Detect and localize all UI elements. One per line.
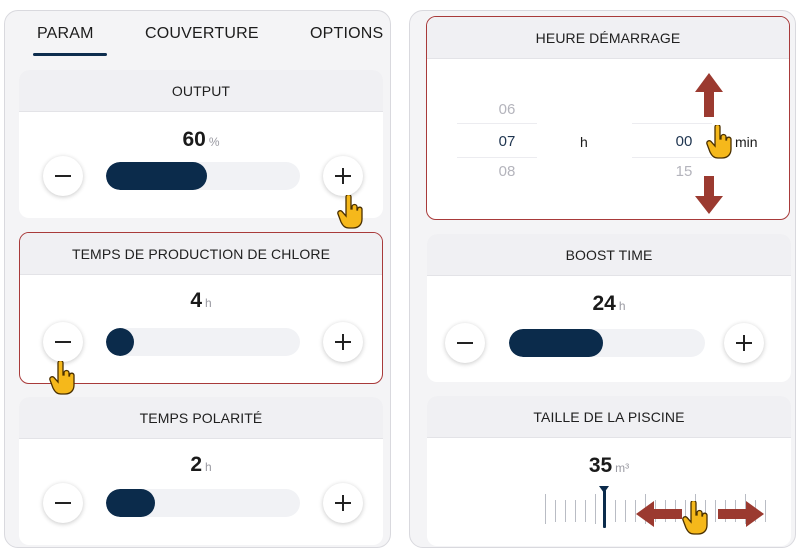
polarite-card: TEMPS POLARITÉ 2h bbox=[19, 397, 383, 545]
chlore-value: 4h bbox=[20, 289, 382, 313]
pointing-hand-icon bbox=[337, 195, 363, 229]
boost-title: BOOST TIME bbox=[427, 234, 791, 276]
chlore-slider-fill bbox=[106, 328, 134, 356]
piscine-value: 35 m³ bbox=[427, 454, 791, 478]
boost-increase-button[interactable] bbox=[724, 323, 764, 363]
hour-picker-line bbox=[457, 157, 537, 158]
arrow-left-icon bbox=[636, 501, 682, 527]
pointing-hand-icon bbox=[49, 361, 75, 395]
piscine-number: 35 bbox=[588, 454, 613, 477]
left-panel: PARAM COUVERTURE OPTIONS OUTPUT 60% TEMP… bbox=[4, 10, 391, 548]
ruler-tick bbox=[575, 500, 576, 522]
plus-icon bbox=[335, 334, 351, 350]
minute-picker-line bbox=[632, 123, 712, 124]
minus-icon bbox=[55, 502, 71, 504]
polarite-number: 2 bbox=[190, 453, 202, 476]
ruler-tick bbox=[545, 494, 546, 524]
plus-icon bbox=[335, 168, 351, 184]
piscine-title: TAILLE DE LA PISCINE bbox=[427, 396, 791, 438]
output-increase-button[interactable] bbox=[323, 156, 363, 196]
boost-unit: h bbox=[618, 299, 626, 313]
hour-picker-line bbox=[457, 123, 537, 124]
ruler-tick bbox=[595, 494, 596, 524]
right-panel: HEURE DÉMARRAGE 06 07 08 h 00 15 min BOO… bbox=[409, 10, 796, 548]
tab-options[interactable]: OPTIONS bbox=[310, 25, 383, 43]
chlore-decrease-button[interactable] bbox=[43, 322, 83, 362]
heure-title: HEURE DÉMARRAGE bbox=[427, 17, 789, 59]
arrow-up-icon bbox=[695, 73, 723, 117]
polarite-unit: h bbox=[205, 460, 212, 474]
output-title: OUTPUT bbox=[19, 70, 383, 112]
ruler-tick bbox=[615, 500, 616, 522]
output-number: 60 bbox=[182, 128, 206, 151]
heure-card: HEURE DÉMARRAGE 06 07 08 h 00 15 min bbox=[426, 16, 790, 220]
output-card: OUTPUT 60% bbox=[19, 70, 383, 218]
active-tab-indicator bbox=[33, 53, 107, 56]
tab-couverture[interactable]: COUVERTURE bbox=[145, 25, 259, 43]
minus-icon bbox=[55, 175, 71, 177]
pointing-hand-icon bbox=[706, 125, 732, 159]
ruler-tick bbox=[555, 500, 556, 522]
ruler-marker-head bbox=[599, 486, 609, 493]
plus-icon bbox=[335, 495, 351, 511]
boost-decrease-button[interactable] bbox=[445, 323, 485, 363]
piscine-card: TAILLE DE LA PISCINE 35 m³ bbox=[427, 396, 791, 546]
chlore-title: TEMPS DE PRODUCTION DE CHLORE bbox=[20, 233, 382, 275]
output-unit: % bbox=[208, 135, 220, 149]
ruler-tick bbox=[765, 500, 766, 522]
polarite-increase-button[interactable] bbox=[323, 483, 363, 523]
chlore-increase-button[interactable] bbox=[323, 322, 363, 362]
hour-option[interactable]: 08 bbox=[472, 163, 542, 180]
minute-unit-label: min bbox=[735, 134, 758, 150]
ruler-tick bbox=[625, 500, 626, 522]
polarite-title: TEMPS POLARITÉ bbox=[19, 397, 383, 439]
chlore-slider[interactable] bbox=[106, 328, 300, 356]
hour-option[interactable]: 06 bbox=[472, 101, 542, 118]
tab-param[interactable]: PARAM bbox=[37, 25, 94, 43]
ruler-tick bbox=[715, 500, 716, 522]
boost-value: 24 h bbox=[427, 292, 791, 316]
polarite-slider-fill bbox=[106, 489, 155, 517]
ruler-tick bbox=[565, 500, 566, 522]
output-decrease-button[interactable] bbox=[43, 156, 83, 196]
tab-bar: PARAM COUVERTURE OPTIONS bbox=[5, 11, 390, 63]
polarite-slider[interactable] bbox=[106, 489, 300, 517]
piscine-unit: m³ bbox=[615, 461, 630, 475]
output-slider-fill bbox=[106, 162, 207, 190]
chlore-unit: h bbox=[205, 296, 212, 310]
boost-card: BOOST TIME 24 h bbox=[427, 234, 791, 382]
chlore-number: 4 bbox=[190, 289, 202, 312]
output-value: 60% bbox=[19, 128, 383, 152]
output-slider[interactable] bbox=[106, 162, 300, 190]
hour-unit-label: h bbox=[580, 134, 588, 150]
ruler-tick bbox=[585, 500, 586, 522]
hour-selected[interactable]: 07 bbox=[472, 133, 542, 150]
boost-slider-fill bbox=[509, 329, 604, 357]
ruler-marker bbox=[603, 490, 606, 528]
arrow-right-icon bbox=[718, 501, 764, 527]
boost-number: 24 bbox=[592, 292, 616, 315]
boost-slider[interactable] bbox=[509, 329, 705, 357]
minute-picker-line bbox=[632, 157, 712, 158]
pointing-hand-icon bbox=[682, 501, 708, 535]
minus-icon bbox=[55, 341, 71, 343]
polarite-decrease-button[interactable] bbox=[43, 483, 83, 523]
plus-icon bbox=[736, 335, 752, 351]
minus-icon bbox=[457, 342, 473, 344]
polarite-value: 2h bbox=[19, 453, 383, 477]
arrow-down-icon bbox=[695, 176, 723, 214]
